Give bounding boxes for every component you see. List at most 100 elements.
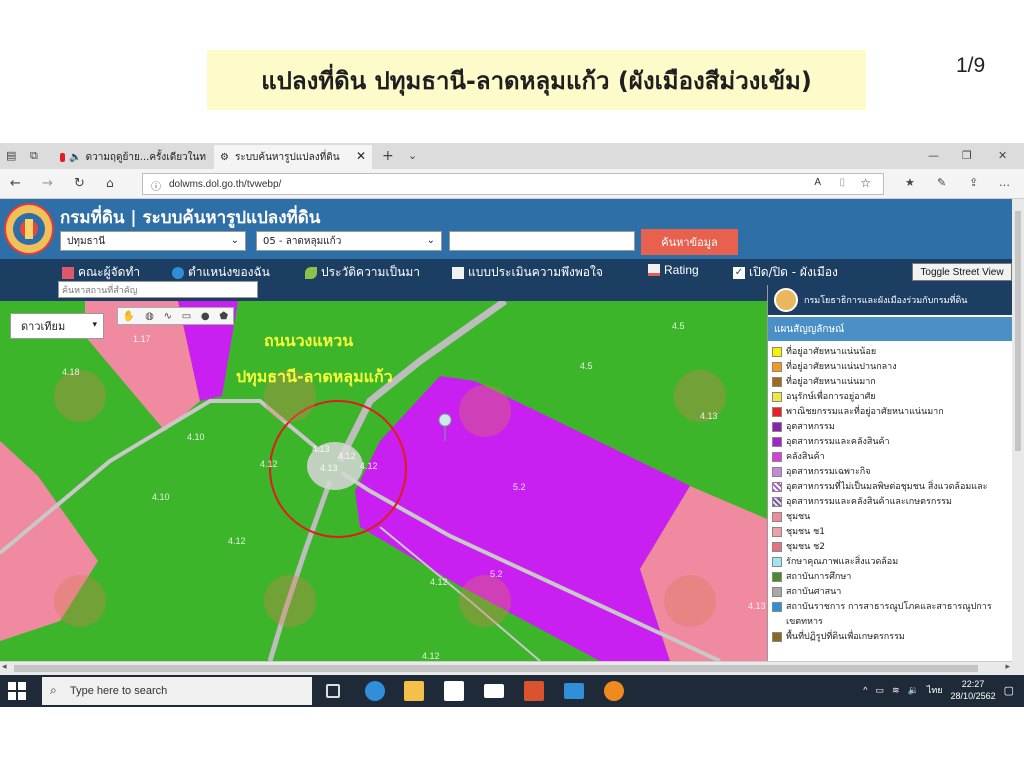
- legend-label: อุตสาหกรรมเฉพาะกิจ: [786, 467, 871, 477]
- legend-swatch: [772, 377, 782, 387]
- basemap-select[interactable]: ดาวเทียม ▾: [10, 313, 104, 339]
- search-icon: ⌕: [50, 683, 57, 697]
- favorites-icon[interactable]: ★: [905, 176, 915, 189]
- back-icon[interactable]: ←: [10, 176, 21, 191]
- district-select[interactable]: 05 - ลาดหลุมแก้ว ⌄: [256, 231, 442, 251]
- wifi-icon[interactable]: ≋: [892, 685, 900, 696]
- parcel-number-input[interactable]: [449, 231, 635, 251]
- legend-swatch: [772, 587, 782, 597]
- menu-item-toggle-plan[interactable]: ✓ เปิด/ปิด - ผังเมือง: [733, 263, 838, 282]
- map-toolbar: ✋ ◍ ∿ ▭ ● ⬟: [117, 307, 234, 325]
- menu-item-history[interactable]: ประวัติความเป็นมา: [305, 263, 420, 282]
- tab-youtube[interactable]: 🔈 ดวามฤดูย้าย...ครั้งเดียวในท: [54, 145, 212, 169]
- read-aloud-icon[interactable]: A: [814, 177, 821, 188]
- reading-view-icon[interactable]: ▯: [839, 177, 845, 188]
- close-window-icon[interactable]: ✕: [998, 149, 1007, 162]
- checkbox-icon[interactable]: ✓: [733, 266, 745, 279]
- slide-title-box: แปลงที่ดิน ปทุมธานี-ลาดหลุมแก้ว (ผังเมือ…: [207, 50, 866, 110]
- parcel-label: 4.13: [700, 411, 718, 421]
- legend-item: อุตสาหกรรมและคลังสินค้าและเกษตรกรรม: [772, 495, 1012, 510]
- legend-item: สถาบันราชการ การสาธารณูปโภคและสาธารณูปกา…: [772, 600, 1012, 615]
- scroll-right-icon[interactable]: ▸: [1005, 662, 1010, 672]
- province-select[interactable]: ปทุมธานี ⌄: [60, 231, 246, 251]
- legend-swatch: [772, 437, 782, 447]
- forward-icon[interactable]: →: [42, 176, 53, 191]
- legend-item: ที่อยู่อาศัยหนาแน่นปานกลาง: [772, 360, 1012, 375]
- menu-item-my-location[interactable]: ตำแหน่งของฉัน: [172, 263, 270, 282]
- scroll-left-icon[interactable]: ◂: [2, 662, 7, 672]
- search-data-button[interactable]: ค้นหาข้อมูล: [641, 229, 738, 255]
- more-icon[interactable]: …: [999, 176, 1010, 189]
- pan-hand-icon[interactable]: ✋: [123, 311, 135, 322]
- horizontal-scrollbar[interactable]: ◂ ▸: [0, 661, 1012, 675]
- clock[interactable]: 22:27 28/10/2562: [951, 678, 996, 702]
- chevron-down-icon[interactable]: ⌄: [408, 149, 417, 162]
- favorite-star-icon[interactable]: ☆: [860, 176, 871, 190]
- legend-label: คลังสินค้า: [786, 452, 825, 462]
- minimize-icon[interactable]: —: [928, 149, 939, 162]
- street-view-button[interactable]: Toggle Street View: [912, 263, 1012, 281]
- clock-time: 22:27: [961, 679, 985, 689]
- legend-label: ที่อยู่อาศัยหนาแน่นน้อย: [786, 347, 877, 357]
- task-view-icon[interactable]: [326, 684, 340, 698]
- legend-item: อุตสาหกรรม: [772, 420, 1012, 435]
- tray-chevron-icon[interactable]: ^: [863, 685, 867, 695]
- menu-item-team[interactable]: คณะผู้จัดทำ: [62, 263, 140, 282]
- legend-item: ที่อยู่อาศัยหนาแน่นมาก: [772, 375, 1012, 390]
- notifications-icon[interactable]: ▢: [1004, 684, 1014, 697]
- legend-item: ชุมชน ช1: [772, 525, 1012, 540]
- pen-icon[interactable]: ✎: [937, 176, 946, 189]
- back-tabs-icon[interactable]: ⧉: [30, 149, 38, 163]
- place-search-input[interactable]: [58, 281, 258, 298]
- menu-item-rating[interactable]: Rating: [648, 263, 699, 277]
- refresh-icon[interactable]: ↻: [74, 176, 85, 191]
- avast-icon[interactable]: [604, 681, 624, 701]
- powerpoint-icon[interactable]: [524, 681, 544, 701]
- share-icon[interactable]: ⇪: [969, 176, 978, 189]
- zoning-map[interactable]: [0, 301, 767, 661]
- line-draw-icon[interactable]: ∿: [164, 311, 172, 322]
- url-field[interactable]: ⓘ dolwms.dol.go.th/tvwebp/ A ▯ ☆: [142, 173, 884, 195]
- new-tab-icon[interactable]: +: [382, 148, 394, 164]
- legend-list: ที่อยู่อาศัยหนาแน่นน้อย ที่อยู่อาศัยหนาแ…: [768, 341, 1012, 645]
- legend-item: อุตสาหกรรมและคลังสินค้า: [772, 435, 1012, 450]
- polygon-draw-icon[interactable]: ⬟: [219, 311, 228, 322]
- menu-item-survey[interactable]: แบบประเมินความพึงพอใจ: [452, 263, 603, 282]
- taskbar-search-placeholder: Type here to search: [70, 685, 168, 697]
- input-language[interactable]: ไทย: [927, 683, 943, 697]
- restore-icon[interactable]: ❐: [962, 149, 972, 162]
- parcel-label: 4.10: [152, 492, 170, 502]
- close-tab-icon[interactable]: ✕: [356, 149, 366, 163]
- tab-dolwms[interactable]: ⚙ ระบบค้นหารูปแปลงที่ดิน ✕: [214, 145, 372, 169]
- vertical-scrollbar[interactable]: [1012, 199, 1024, 675]
- circle-draw-icon[interactable]: ●: [201, 311, 210, 322]
- home-icon[interactable]: ⌂: [106, 176, 114, 190]
- windows-start-icon[interactable]: [8, 682, 26, 700]
- taskbar-search-box[interactable]: ⌕ Type here to search: [42, 677, 312, 705]
- legend-label: ชุมชน: [786, 512, 811, 522]
- mail-icon[interactable]: [484, 684, 504, 698]
- legend-item: ชุมชน ช2: [772, 540, 1012, 555]
- edge-icon[interactable]: [365, 681, 385, 701]
- scroll-thumb[interactable]: [14, 665, 978, 672]
- file-explorer-icon[interactable]: [404, 681, 424, 701]
- legend-swatch: [772, 497, 782, 507]
- dpt-logo: [774, 288, 798, 312]
- legend-label: อนุรักษ์เพื่อการอยู่อาศัย: [786, 392, 876, 402]
- monitor-app-icon[interactable]: [564, 683, 584, 699]
- map-view[interactable]: ดาวเทียม ▾ ✋ ◍ ∿ ▭ ● ⬟ ถนนวงแหวน ปทุมธาน…: [0, 301, 767, 661]
- marker-icon[interactable]: ◍: [145, 311, 154, 322]
- legend-heading[interactable]: แผนสัญญลักษณ์: [768, 317, 1012, 341]
- scroll-thumb[interactable]: [1015, 211, 1021, 451]
- legend-org-bar: กรมโยธาธิการและผังเมืองร่วมกับกรมที่ดิน: [768, 285, 1012, 315]
- tab-manager-icon[interactable]: ▤: [6, 149, 16, 162]
- youtube-icon: [60, 152, 66, 162]
- rectangle-draw-icon[interactable]: ▭: [182, 311, 191, 322]
- parcel-label: 4.10: [187, 432, 205, 442]
- menu-item-team-label: คณะผู้จัดทำ: [78, 265, 141, 279]
- legend-item: พื้นที่ปฏิรูปที่ดินเพื่อเกษตรกรรม: [772, 630, 1012, 645]
- battery-icon[interactable]: ▭: [876, 685, 885, 696]
- store-icon[interactable]: [444, 681, 464, 701]
- volume-icon[interactable]: 🔉: [908, 685, 919, 696]
- menu-item-rating-label: Rating: [664, 263, 699, 277]
